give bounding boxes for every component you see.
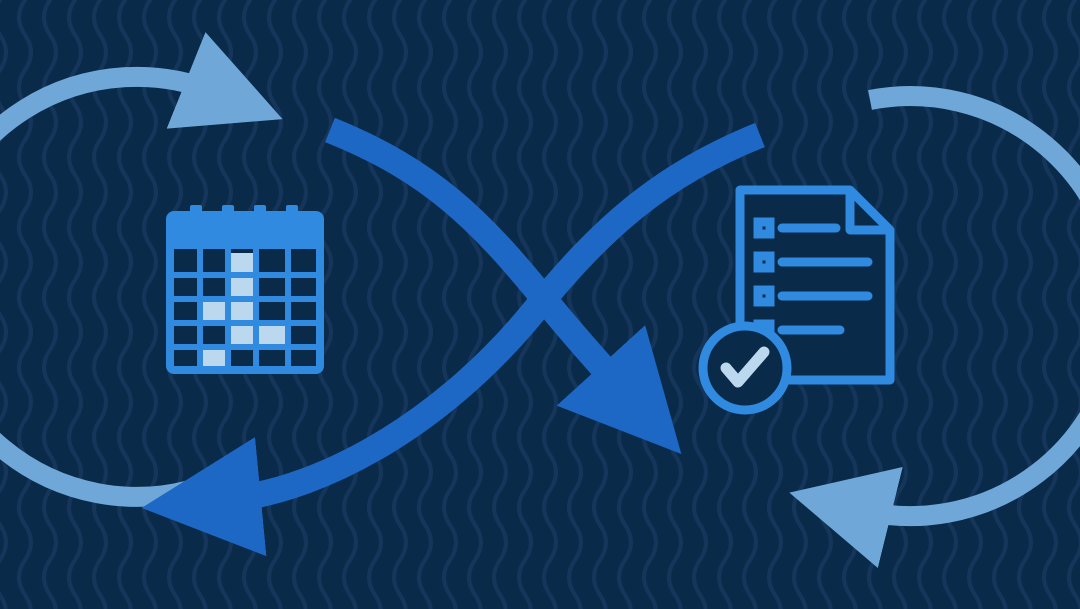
cycle-figure <box>0 0 1080 609</box>
diagram-stage <box>0 0 1080 609</box>
checklist-document-icon <box>703 190 890 410</box>
check-badge-icon <box>703 326 787 410</box>
calendar-icon <box>170 205 320 370</box>
